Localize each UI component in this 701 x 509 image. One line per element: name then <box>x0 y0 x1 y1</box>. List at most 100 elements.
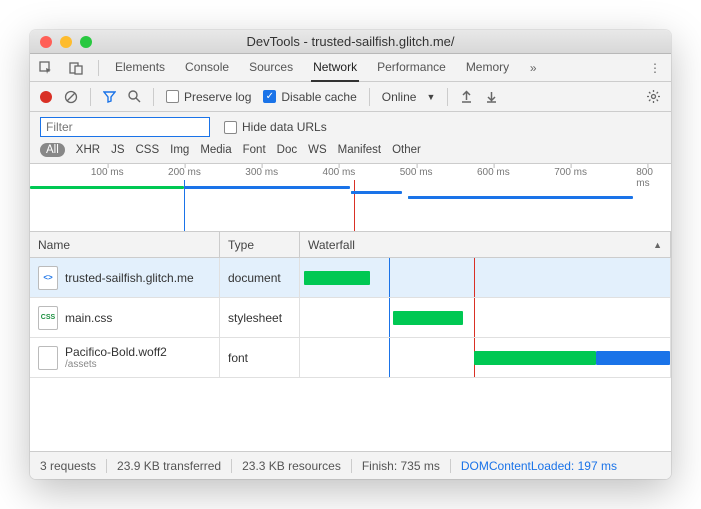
hide-data-urls-label: Hide data URLs <box>242 120 327 134</box>
status-requests: 3 requests <box>40 459 107 473</box>
request-name: main.css <box>65 311 112 325</box>
clear-icon[interactable] <box>64 90 78 104</box>
network-toolbar: ✓Preserve log ✓Disable cache Online▼ <box>30 82 671 112</box>
filter-type-font[interactable]: Font <box>243 144 266 156</box>
tick: 400 ms <box>323 167 356 178</box>
filter-type-doc[interactable]: Doc <box>277 144 297 156</box>
table-row[interactable]: <> trusted-sailfish.glitch.me document <box>30 258 671 298</box>
tick: 300 ms <box>245 167 278 178</box>
request-path: /assets <box>65 359 167 370</box>
tab-memory[interactable]: Memory <box>464 54 511 81</box>
tick: 600 ms <box>477 167 510 178</box>
tick: 200 ms <box>168 167 201 178</box>
status-dcl: DOMContentLoaded: 197 ms <box>451 459 627 473</box>
tab-network[interactable]: Network <box>311 54 359 82</box>
wf-bar <box>304 271 371 285</box>
more-tabs-icon[interactable]: » <box>525 60 541 76</box>
zoom-icon[interactable] <box>80 36 92 48</box>
file-icon: CSS <box>38 306 58 330</box>
throttle-select[interactable]: Online▼ <box>382 90 436 104</box>
titlebar: DevTools - trusted-sailfish.glitch.me/ <box>30 30 671 54</box>
tick: 700 ms <box>554 167 587 178</box>
filter-type-xhr[interactable]: XHR <box>76 144 100 156</box>
disable-cache-checkbox[interactable]: ✓Disable cache <box>263 90 356 104</box>
divider <box>98 60 99 76</box>
col-name[interactable]: Name <box>30 232 220 257</box>
status-bar: 3 requests 23.9 KB transferred 23.3 KB r… <box>30 451 671 479</box>
overview-bar <box>351 191 402 194</box>
tab-console[interactable]: Console <box>183 54 231 81</box>
overview-bar <box>184 186 351 189</box>
col-type[interactable]: Type <box>220 232 300 257</box>
filter-input[interactable] <box>40 117 210 137</box>
preserve-log-label: Preserve log <box>184 90 251 104</box>
sort-asc-icon: ▲ <box>653 240 662 250</box>
request-type: stylesheet <box>220 298 300 337</box>
download-icon[interactable] <box>485 90 498 103</box>
device-toggle-icon[interactable] <box>68 60 84 76</box>
wf-marker <box>474 298 475 337</box>
file-icon: <> <box>38 266 58 290</box>
type-filter-row: All XHR JS CSS Img Media Font Doc WS Manifest Othe… <box>40 143 661 163</box>
wf-marker <box>389 298 390 337</box>
status-finish: Finish: 735 ms <box>352 459 451 473</box>
tab-sources[interactable]: Sources <box>247 54 295 81</box>
disable-cache-label: Disable cache <box>281 90 356 104</box>
chevron-down-icon: ▼ <box>426 92 435 102</box>
file-icon <box>38 346 58 370</box>
tick: 800 ms <box>636 167 659 189</box>
upload-icon[interactable] <box>460 90 473 103</box>
col-waterfall[interactable]: Waterfall▲ <box>300 232 671 257</box>
window-title: DevTools - trusted-sailfish.glitch.me/ <box>30 34 671 49</box>
status-resources: 23.3 KB resources <box>232 459 352 473</box>
table-row[interactable]: CSS main.css stylesheet <box>30 298 671 338</box>
wf-marker <box>474 258 475 297</box>
overview-bar <box>30 186 184 189</box>
inspect-icon[interactable] <box>38 60 54 76</box>
filter-type-manifest[interactable]: Manifest <box>338 144 381 156</box>
overview-bar <box>408 196 632 199</box>
filter-bar: ✓Hide data URLs All XHR JS CSS Img Media Font D… <box>30 112 671 164</box>
filter-type-css[interactable]: CSS <box>135 144 159 156</box>
filter-icon[interactable] <box>103 90 116 103</box>
waterfall-cell <box>300 338 671 377</box>
tab-elements[interactable]: Elements <box>113 54 167 81</box>
filter-type-all[interactable]: All <box>40 143 65 157</box>
traffic-lights <box>40 36 92 48</box>
wf-bar <box>474 351 596 365</box>
search-icon[interactable] <box>128 90 141 103</box>
close-icon[interactable] <box>40 36 52 48</box>
kebab-menu-icon[interactable]: ⋮ <box>647 60 663 76</box>
tick: 500 ms <box>400 167 433 178</box>
filter-type-other[interactable]: Other <box>392 144 421 156</box>
filter-type-js[interactable]: JS <box>111 144 124 156</box>
request-table: <> trusted-sailfish.glitch.me document CSS m… <box>30 258 671 451</box>
wf-bar <box>393 311 463 325</box>
minimize-icon[interactable] <box>60 36 72 48</box>
record-button[interactable] <box>40 91 52 103</box>
table-row[interactable]: Pacifico-Bold.woff2/assets font <box>30 338 671 378</box>
wf-marker <box>389 338 390 377</box>
hide-data-urls-checkbox[interactable]: ✓Hide data URLs <box>224 120 327 134</box>
timeline-overview[interactable]: 100 ms 200 ms 300 ms 400 ms 500 ms 600 ms 700 … <box>30 164 671 232</box>
preserve-log-checkbox[interactable]: ✓Preserve log <box>166 90 251 104</box>
overview-marker <box>354 180 355 231</box>
tick: 100 ms <box>91 167 124 178</box>
wf-bar <box>596 351 670 365</box>
request-name: Pacifico-Bold.woff2 <box>65 345 167 359</box>
filter-type-ws[interactable]: WS <box>308 144 327 156</box>
status-transferred: 23.9 KB transferred <box>107 459 232 473</box>
settings-gear-icon[interactable] <box>646 89 661 104</box>
tab-performance[interactable]: Performance <box>375 54 448 81</box>
request-type: font <box>220 338 300 377</box>
filter-type-media[interactable]: Media <box>200 144 231 156</box>
request-type: document <box>220 258 300 297</box>
wf-marker <box>389 258 390 297</box>
devtools-window: DevTools - trusted-sailfish.glitch.me/ E… <box>30 30 671 479</box>
filter-type-img[interactable]: Img <box>170 144 189 156</box>
panel-tabs: Elements Console Sources Network Performance… <box>30 54 671 82</box>
waterfall-cell <box>300 258 671 297</box>
request-name: trusted-sailfish.glitch.me <box>65 271 194 285</box>
waterfall-cell <box>300 298 671 337</box>
table-header: Name Type Waterfall▲ <box>30 232 671 258</box>
